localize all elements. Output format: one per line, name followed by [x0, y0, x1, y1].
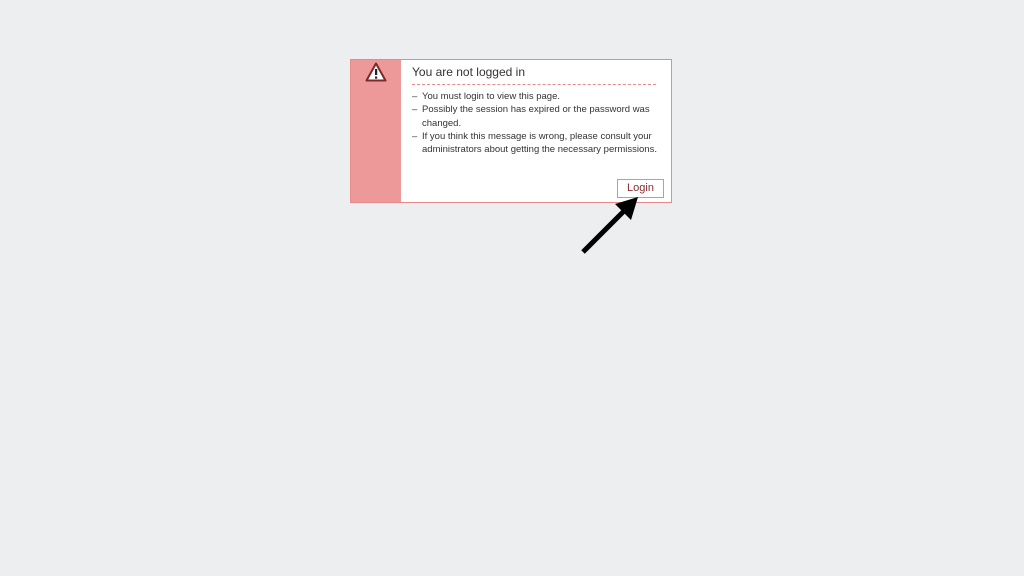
message-list: – You must login to view this page. – Po… — [412, 90, 662, 156]
list-item: – You must login to view this page. — [412, 90, 662, 103]
list-item-text: Possibly the session has expired or the … — [422, 104, 650, 129]
list-bullet: – — [412, 91, 418, 102]
not-logged-in-message: You are not logged in – You must login t… — [350, 59, 672, 203]
list-item-text: You must login to view this page. — [422, 91, 561, 102]
list-bullet: – — [412, 104, 418, 116]
list-item-text: If you think this message is wrong, plea… — [422, 130, 657, 156]
pointer-arrow-icon — [581, 197, 638, 254]
message-content: You are not logged in – You must login t… — [401, 60, 671, 202]
page: You are not logged in – You must login t… — [0, 0, 1024, 576]
list-item: – If you think this message is wrong, pl… — [412, 130, 662, 157]
list-item: – Possibly the session has expired or th… — [412, 103, 662, 130]
message-sidebar — [351, 60, 401, 202]
warning-icon — [365, 62, 387, 82]
list-bullet: – — [412, 130, 418, 142]
message-title: You are not logged in — [412, 65, 656, 85]
